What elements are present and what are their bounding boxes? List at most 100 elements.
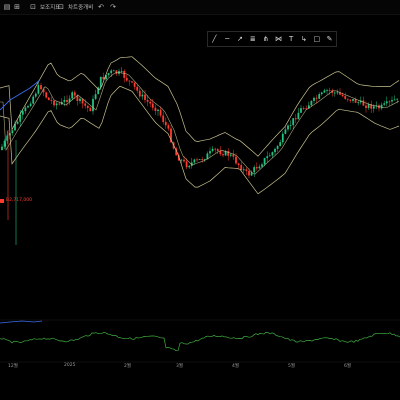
candle-body (349, 99, 352, 101)
candle-body (131, 81, 133, 83)
candle-body (266, 156, 269, 159)
candle-body (21, 111, 24, 115)
candle-body (333, 92, 336, 94)
candle-body (385, 101, 388, 104)
candle-body (45, 92, 48, 98)
candle-body (37, 85, 40, 94)
candle-body (107, 73, 110, 76)
candle-body (357, 102, 360, 104)
candle-body (302, 108, 305, 109)
candle-body (128, 80, 131, 82)
candle-body (326, 90, 328, 92)
candle-body (162, 115, 165, 122)
candle-body (53, 100, 55, 106)
candle-body (268, 155, 271, 157)
candle-body (198, 159, 201, 160)
candle-body (188, 165, 191, 168)
candle-body (365, 105, 367, 108)
oscillator-line (0, 331, 400, 352)
candle-body (149, 101, 152, 104)
candle-body (209, 151, 211, 154)
candle-body (79, 98, 81, 101)
candle-body (253, 167, 256, 173)
candle-body (232, 154, 235, 157)
candle-body (289, 125, 292, 126)
candle-body (318, 94, 321, 99)
candle-body (66, 99, 68, 102)
candle-body (235, 156, 237, 164)
candle-body (1, 146, 3, 150)
candle-body (55, 103, 58, 106)
candle-body (362, 100, 365, 106)
candle-body (84, 103, 87, 106)
bollinger-upper-band (0, 56, 400, 157)
x-axis-label: 2월 (124, 364, 132, 369)
price-marker-label: B2,717,000 (6, 198, 32, 203)
price-chart[interactable] (0, 0, 400, 400)
candle-body (258, 166, 261, 169)
candle-body (138, 90, 141, 97)
candle-body (305, 108, 308, 110)
candle-body (120, 70, 123, 72)
candle-body (196, 159, 198, 161)
candle-body (227, 151, 230, 156)
candle-body (336, 92, 339, 94)
candle-body (89, 107, 92, 112)
candle-body (352, 99, 354, 101)
candle-body (73, 92, 76, 96)
candle-body (144, 94, 146, 100)
x-axis-label: 5월 (288, 364, 296, 369)
candle-body (40, 85, 42, 90)
candle-body (141, 94, 144, 97)
candle-body (354, 99, 357, 103)
candle-body (292, 118, 295, 126)
candle-body (63, 99, 66, 102)
candle-body (313, 97, 315, 101)
candle-body (180, 159, 183, 161)
candle-body (185, 161, 188, 168)
candle-body (271, 152, 274, 156)
candle-body (214, 148, 217, 150)
x-axis-label: 3월 (176, 364, 184, 369)
candle-body (125, 77, 128, 81)
candle-body (297, 112, 300, 120)
candle-body (219, 150, 222, 155)
candle-body (263, 158, 266, 165)
candle-body (320, 92, 323, 95)
candle-body (388, 101, 391, 103)
candle-body (29, 103, 32, 107)
candle-body (133, 82, 136, 87)
candle-body (323, 90, 326, 93)
candle-body (372, 106, 375, 109)
candle-body (58, 103, 61, 105)
candle-body (328, 90, 331, 92)
x-axis: 12월 2025 2월 3월 4월 5월 6월 (0, 362, 400, 372)
candle-body (92, 98, 94, 112)
candle-body (380, 104, 383, 109)
bottom-bar (0, 384, 400, 400)
candle-body (151, 103, 154, 108)
candle-body (110, 70, 113, 74)
candle-body (240, 165, 243, 171)
candle-body (27, 106, 29, 108)
candle-body (123, 70, 126, 78)
candle-body (396, 98, 399, 100)
candle-body (76, 95, 79, 101)
candle-body (94, 94, 97, 99)
x-axis-label: 6월 (344, 364, 352, 369)
candle-body (154, 107, 157, 111)
candlestick-series (1, 67, 399, 245)
oscillator-signal-line (0, 320, 43, 324)
price-marker: B2,717,000 (0, 198, 32, 204)
candle-body (300, 108, 302, 113)
candle-body (248, 170, 250, 176)
candle-body (279, 142, 282, 147)
candle-body (159, 109, 162, 116)
candle-body (315, 97, 318, 99)
candle-body (237, 163, 240, 166)
candle-body (383, 103, 386, 105)
candle-body (34, 93, 37, 97)
candle-body (216, 149, 219, 151)
candle-body (310, 100, 313, 106)
candle-body (245, 169, 248, 171)
